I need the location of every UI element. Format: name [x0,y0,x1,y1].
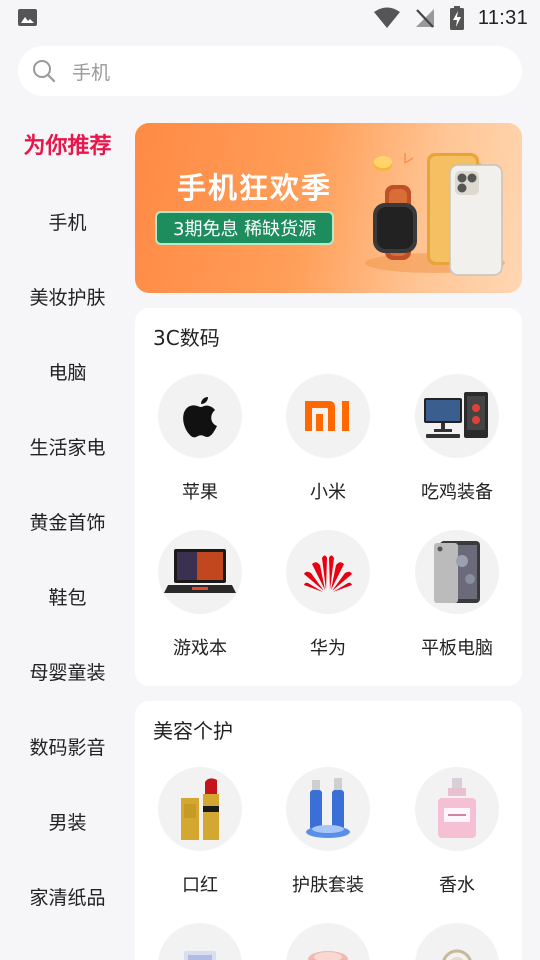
compact-powder-icon [308,951,348,960]
search-icon [33,60,56,83]
brand-item-gaming-laptop[interactable]: 游戏本 [145,530,255,660]
brand-label: 护肤套装 [292,875,364,896]
lipstick-icon [181,778,219,840]
sidebar-item-baby-kids[interactable]: 母婴童装 [0,658,135,685]
skincare-set-icon [306,778,350,838]
sidebar-item-appliances[interactable]: 生活家电 [0,433,135,460]
brand-item-tablet[interactable]: 平板电脑 [402,530,512,660]
section-title: 美容个护 [153,719,233,743]
brand-label: 香水 [439,875,475,896]
brand-item-lipstick[interactable]: 口红 [145,767,255,897]
brand-item-skincare-set[interactable]: 护肤套装 [273,767,383,897]
huawei-logo-icon [304,555,352,592]
brand-item-partial[interactable] [402,923,512,960]
brand-item-partial[interactable] [145,923,255,960]
perfume-icon [438,778,476,838]
search-bar[interactable]: 手机 [18,46,522,96]
gaming-pc-icon [424,392,488,438]
brand-item-partial[interactable] [273,923,383,960]
brand-label: 口红 [182,875,218,896]
brand-item-huawei[interactable]: 华为 [273,530,383,660]
wifi-icon [373,7,400,28]
promo-banner[interactable]: 手机狂欢季 3期免息 稀缺货源 [135,123,522,293]
brand-label: 苹果 [182,482,218,503]
brand-item-perfume[interactable]: 香水 [402,767,512,897]
brand-label: 小米 [310,482,346,503]
brand-label: 平板电脑 [421,638,493,659]
category-sidebar: 为你推荐 手机 美妆护肤 电脑 生活家电 黄金首饰 鞋包 母婴童装 数码影音 男… [0,108,135,960]
section-title: 3C数码 [153,326,220,350]
sidebar-item-phones[interactable]: 手机 [0,208,135,235]
banner-subtitle-pill: 3期免息 稀缺货源 [155,211,335,245]
banner-phones-illustration [365,153,505,276]
sidebar-item-household-paper[interactable]: 家清纸品 [0,883,135,910]
status-bar: 11:31 [0,0,540,36]
clock-time: 11:31 [477,6,528,29]
sidebar-item-beauty[interactable]: 美妆护肤 [0,283,135,310]
banner-title: 手机狂欢季 [177,171,333,205]
brand-label: 游戏本 [173,638,227,659]
xiaomi-logo-icon [305,401,349,431]
brand-item-xiaomi[interactable]: 小米 [273,374,383,504]
section-card-3c-digital: 3C数码 苹果 小米 吃鸡装备 游戏本 华为 平板电脑 [135,308,522,686]
battery-charging-icon [449,6,464,30]
brand-label: 华为 [310,638,346,659]
sidebar-item-recommended[interactable]: 为你推荐 [0,128,135,160]
section-card-beauty-care: 美容个护 口红 护肤套装 香水 [135,701,522,960]
no-signal-icon [415,9,434,28]
sidebar-item-menswear[interactable]: 男装 [0,808,135,835]
sidebar-item-jewelry[interactable]: 黄金首饰 [0,508,135,535]
beauty-palette-icon [184,951,216,960]
contact-lens-icon [442,949,472,960]
gaming-laptop-icon [164,549,236,593]
tablet-icon [434,541,480,603]
brand-item-gaming-gear[interactable]: 吃鸡装备 [402,374,512,504]
search-placeholder: 手机 [72,61,111,84]
gallery-notification-icon [18,9,37,26]
sidebar-item-shoes-bags[interactable]: 鞋包 [0,583,135,610]
apple-logo-icon [183,397,217,438]
sidebar-item-digital-av[interactable]: 数码影音 [0,733,135,760]
brand-label: 吃鸡装备 [421,482,493,503]
sidebar-item-computers[interactable]: 电脑 [0,358,135,385]
brand-item-apple[interactable]: 苹果 [145,374,255,504]
